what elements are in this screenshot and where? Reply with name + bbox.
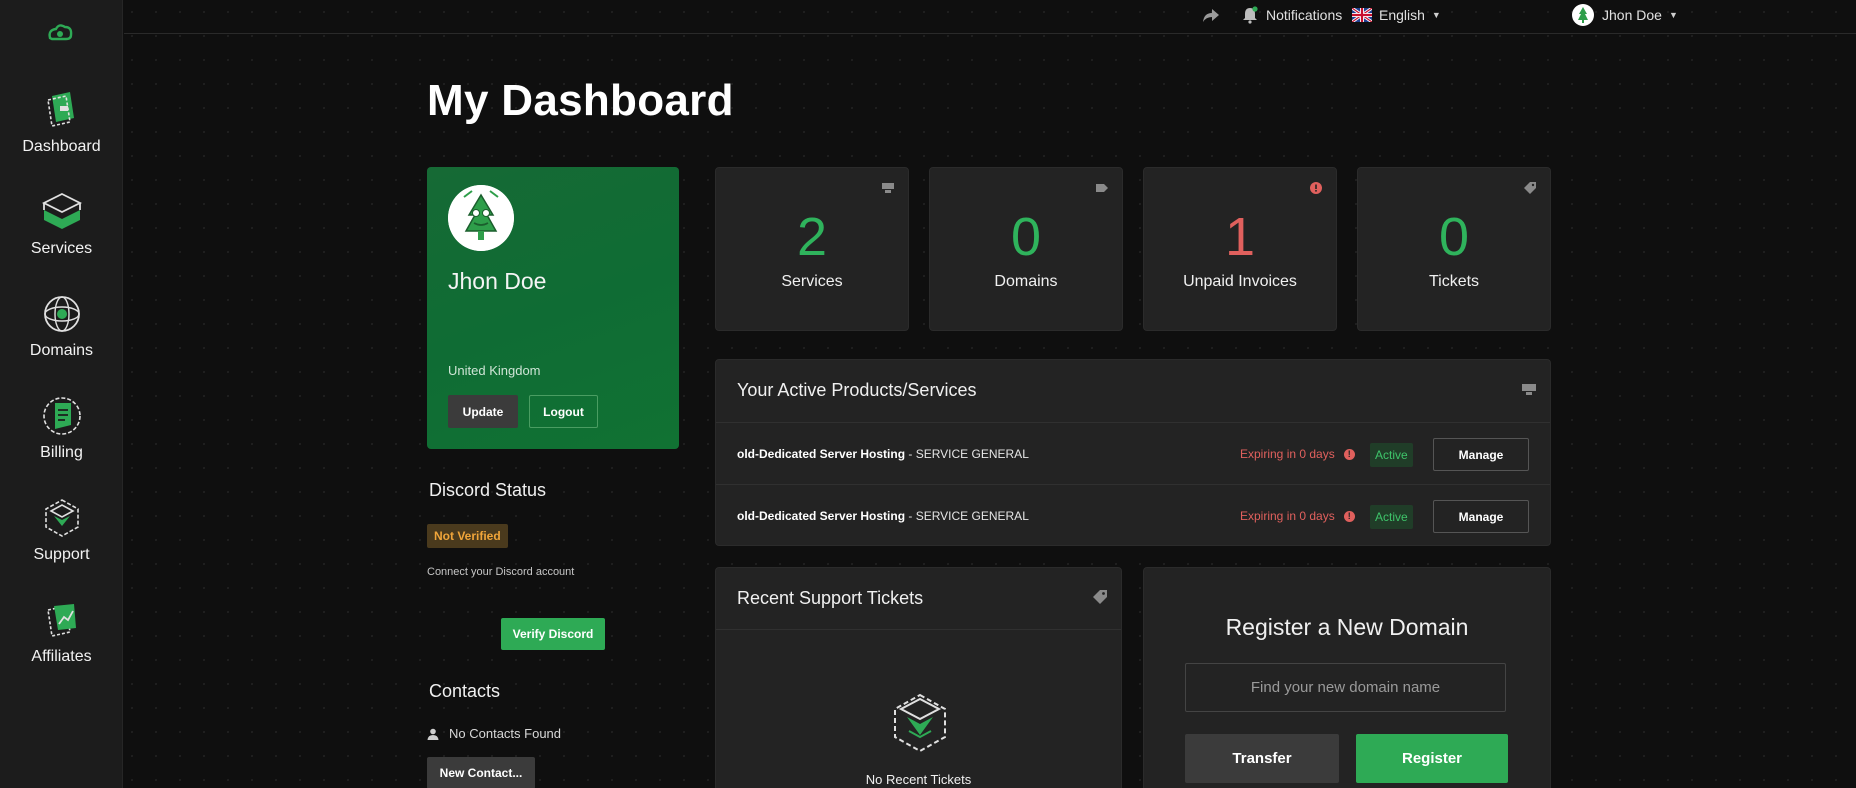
language-selector[interactable]: English ▼	[1352, 4, 1441, 26]
stat-label: Services	[781, 273, 843, 290]
new-contact-button[interactable]: New Contact...	[427, 757, 535, 788]
dashboard-icon	[46, 92, 74, 127]
sidebar-item-dashboard[interactable]: Dashboard	[0, 88, 123, 178]
affiliates-icon	[46, 604, 76, 637]
stat-label: Unpaid Invoices	[1183, 273, 1297, 290]
sidebar-item-label: Dashboard	[22, 138, 101, 155]
recent-tickets-panel: Recent Support Tickets No Recent Tickets	[715, 567, 1122, 788]
active-services-title: Your Active Products/Services	[737, 380, 977, 400]
discord-hint: Connect your Discord account	[427, 566, 575, 578]
notifications-label: Notifications	[1266, 7, 1343, 23]
globe-icon	[43, 296, 80, 332]
user-avatar-icon	[1572, 4, 1594, 26]
sidebar-item-label: Affiliates	[31, 648, 92, 665]
support-icon	[44, 499, 79, 537]
server-icon	[882, 183, 894, 193]
sidebar-item-label: Billing	[40, 444, 83, 461]
stat-value: 0	[1010, 207, 1042, 267]
profile-name: Jhon Doe	[448, 268, 547, 294]
server-icon	[1522, 384, 1536, 395]
bell-icon	[1243, 6, 1258, 24]
sidebar-item-label: Domains	[29, 342, 94, 359]
top-bar: Notifications English ▼ Jhon Doe ▼	[124, 0, 1856, 34]
table-row[interactable]: old-Dedicated Server Hosting - SERVICE G…	[716, 485, 1550, 547]
user-icon	[427, 728, 439, 740]
sidebar-item-label: Services	[30, 240, 93, 257]
active-services-panel: Your Active Products/Services old-Dedica…	[715, 359, 1551, 546]
user-menu[interactable]: Jhon Doe ▼	[1572, 4, 1678, 26]
service-name: old-Dedicated Server Hosting - SERVICE G…	[737, 509, 1029, 523]
chevron-down-icon: ▼	[1668, 10, 1678, 20]
transfer-button[interactable]: Transfer	[1185, 734, 1339, 783]
stat-label: Tickets	[1428, 273, 1480, 290]
avatar	[448, 185, 514, 251]
recent-tickets-title: Recent Support Tickets	[737, 588, 924, 608]
sidebar: Dashboard Services Domains Billing Suppo…	[0, 0, 123, 788]
brand-logo-icon[interactable]	[44, 22, 76, 44]
stat-card-domains[interactable]: 0 Domains	[929, 167, 1123, 331]
profile-country: United Kingdom	[448, 363, 541, 378]
expiry-warning: Expiring in 0 days !	[1240, 447, 1355, 461]
tag-icon	[1096, 184, 1108, 192]
register-domain-title: Register a New Domain	[1225, 614, 1469, 640]
divider	[716, 629, 1121, 630]
verify-discord-button[interactable]: Verify Discord	[501, 618, 605, 650]
empty-tickets-icon	[894, 693, 946, 753]
contacts-title: Contacts	[429, 681, 501, 701]
logout-button[interactable]: Logout	[529, 395, 598, 428]
profile-card: Jhon Doe United Kingdom Update Logout	[427, 167, 679, 449]
alert-icon: !	[1343, 448, 1355, 460]
notifications-button[interactable]: Notifications	[1242, 4, 1342, 26]
language-label: English	[1379, 7, 1425, 23]
alert-icon	[1310, 182, 1322, 194]
ticket-icon	[1524, 182, 1536, 194]
status-badge: Active	[1370, 505, 1413, 529]
table-row[interactable]: old-Dedicated Server Hosting - SERVICE G…	[716, 423, 1550, 485]
sidebar-item-support[interactable]: Support	[0, 496, 123, 586]
sidebar-item-label: Support	[33, 546, 90, 563]
status-badge: Active	[1370, 443, 1413, 467]
stat-card-unpaid-invoices[interactable]: 1 Unpaid Invoices	[1143, 167, 1337, 331]
alert-icon: !	[1343, 510, 1355, 522]
billing-icon	[42, 397, 81, 435]
stat-value: 1	[1224, 207, 1256, 267]
status-badge: Not Verified	[427, 524, 508, 548]
stat-card-tickets[interactable]: 0 Tickets	[1357, 167, 1551, 331]
register-button[interactable]: Register	[1356, 734, 1508, 783]
share-icon	[1203, 9, 1219, 22]
update-button[interactable]: Update	[448, 395, 518, 428]
uk-flag-icon	[1352, 8, 1372, 22]
manage-button[interactable]: Manage	[1433, 500, 1529, 533]
contacts-empty: No Contacts Found	[427, 726, 561, 741]
chevron-down-icon: ▼	[1431, 10, 1441, 20]
service-name: old-Dedicated Server Hosting - SERVICE G…	[737, 447, 1029, 461]
user-name-label: Jhon Doe	[1602, 7, 1662, 23]
stat-label: Domains	[994, 273, 1058, 290]
sidebar-item-affiliates[interactable]: Affiliates	[0, 598, 123, 688]
manage-button[interactable]: Manage	[1433, 438, 1529, 471]
avatar-image	[448, 185, 514, 251]
stat-card-services[interactable]: 2 Services	[715, 167, 909, 331]
domain-search-input[interactable]	[1185, 663, 1506, 712]
sidebar-item-domains[interactable]: Domains	[0, 292, 123, 382]
register-domain-panel: Register a New Domain Transfer Register	[1143, 567, 1551, 788]
expiry-warning: Expiring in 0 days !	[1240, 509, 1355, 523]
services-icon	[41, 192, 82, 229]
sidebar-item-services[interactable]: Services	[0, 190, 123, 280]
sidebar-item-billing[interactable]: Billing	[0, 394, 123, 484]
share-button[interactable]	[1202, 4, 1220, 26]
discord-status-title: Discord Status	[429, 480, 547, 500]
stat-value: 2	[796, 207, 828, 267]
contacts-empty-text: No Contacts Found	[449, 726, 562, 741]
empty-tickets-text: No Recent Tickets	[865, 772, 972, 787]
stat-value: 0	[1438, 207, 1470, 267]
page-title: My Dashboard	[427, 76, 734, 125]
ticket-icon	[1093, 590, 1107, 604]
